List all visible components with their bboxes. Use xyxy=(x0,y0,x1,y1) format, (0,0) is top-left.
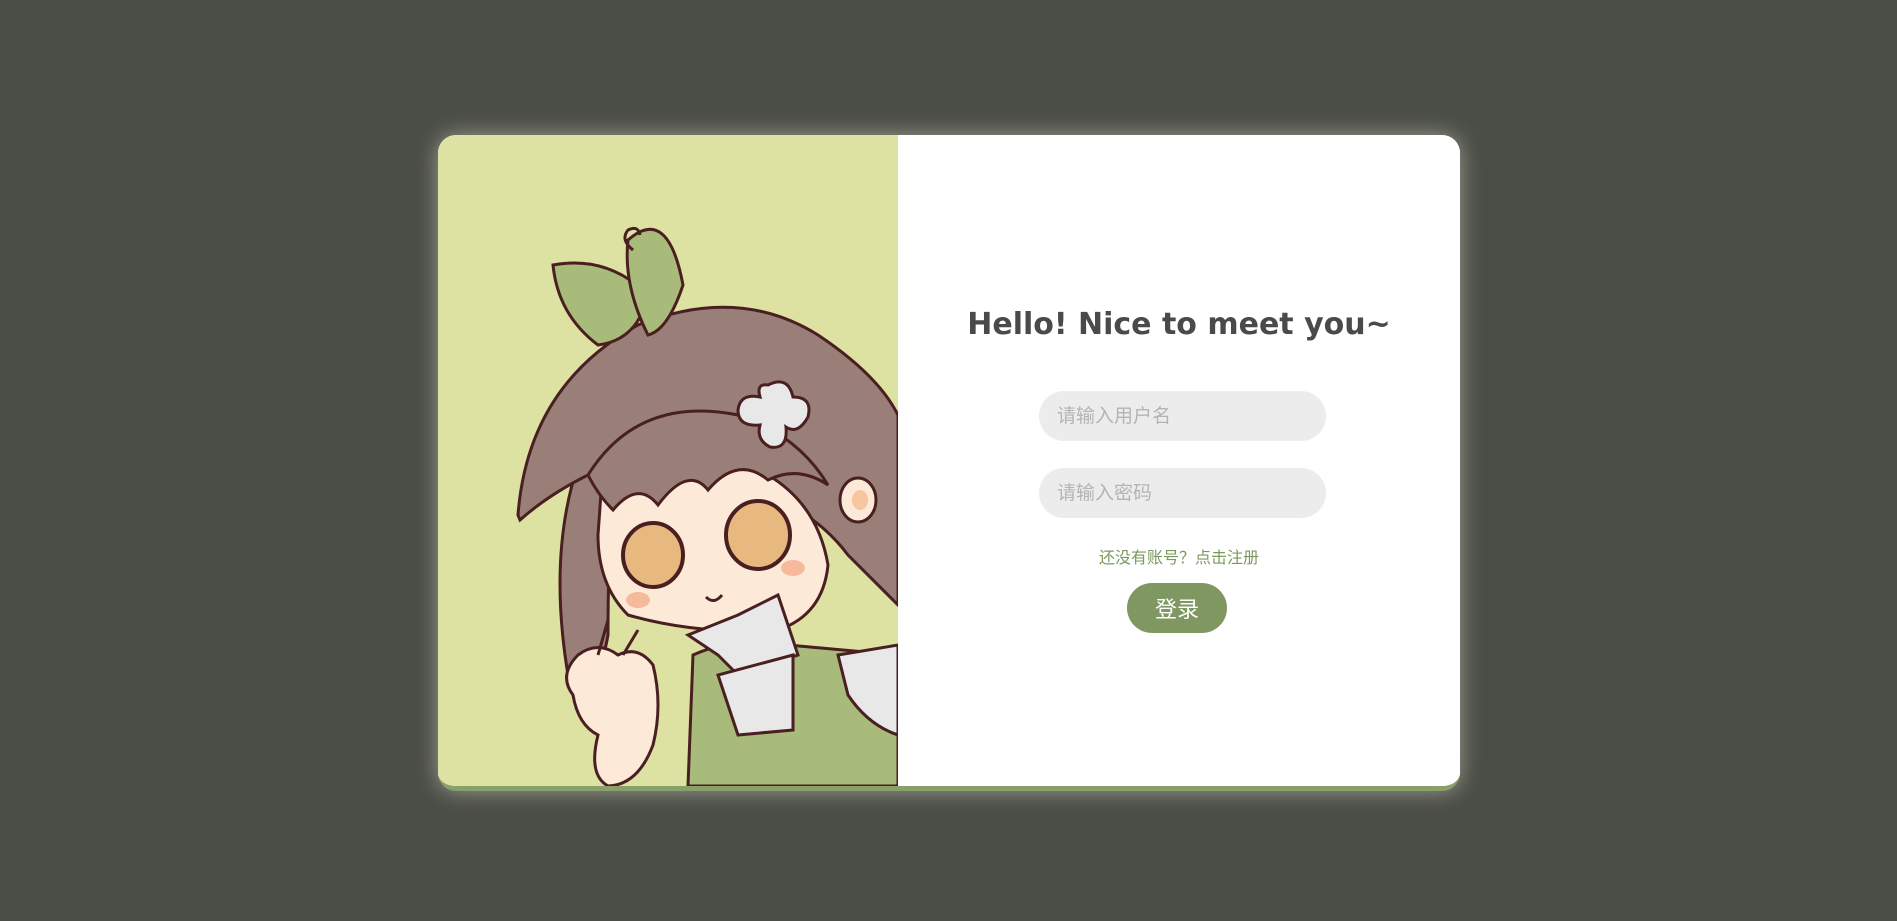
login-form-panel: Hello! Nice to meet you~ 还没有账号？点击注册 登录 xyxy=(898,135,1460,786)
password-input[interactable] xyxy=(1039,468,1326,518)
username-input[interactable] xyxy=(1039,391,1326,441)
chibi-girl-illustration xyxy=(516,226,898,786)
login-title: Hello! Nice to meet you~ xyxy=(967,307,1391,342)
illustration-panel xyxy=(438,135,898,786)
login-button[interactable]: 登录 xyxy=(1127,583,1227,633)
register-link[interactable]: 还没有账号？点击注册 xyxy=(898,544,1460,568)
login-card: Hello! Nice to meet you~ 还没有账号？点击注册 登录 xyxy=(438,135,1460,791)
